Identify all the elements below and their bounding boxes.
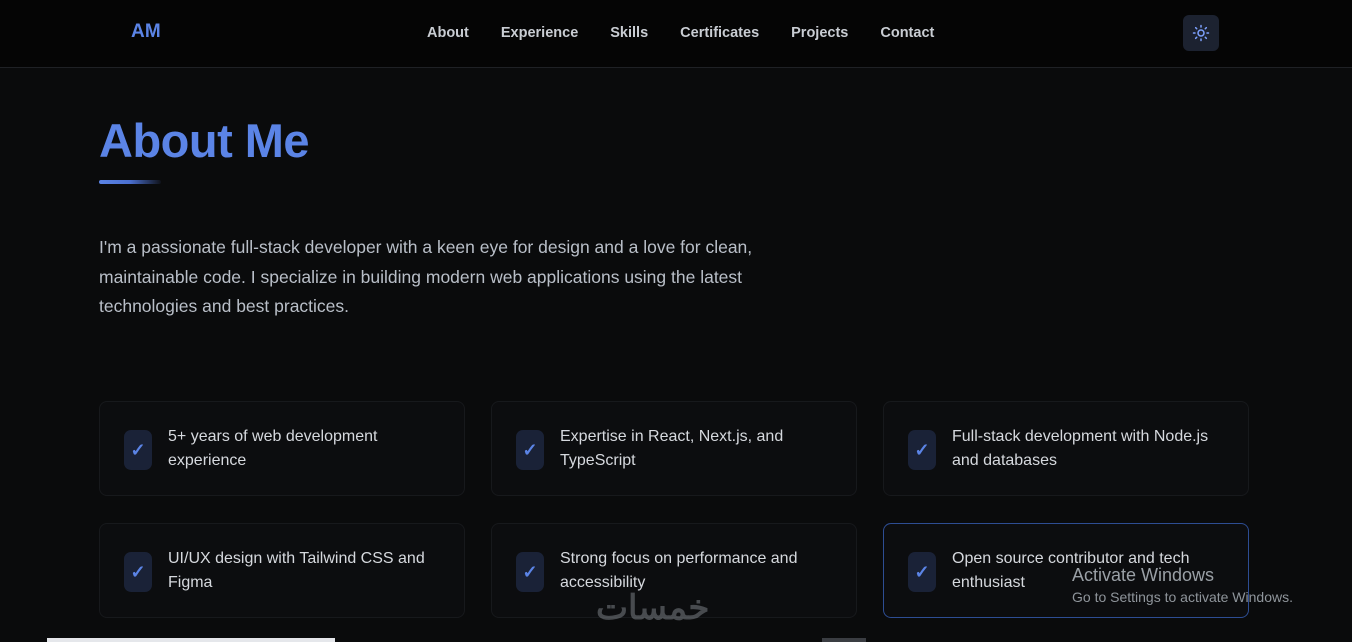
about-bio: I'm a passionate full-stack developer wi… [99,237,753,316]
sun-icon [1192,24,1210,42]
activate-windows-title: Activate Windows [1072,565,1215,585]
checkmark-icon: ✓ [908,552,936,592]
checkmark-icon: ✓ [908,430,936,470]
highlight-card: ✓ Full-stack development with Node.js an… [883,401,1249,496]
nav-link-certificates[interactable]: Certificates [680,25,759,41]
nav-link-experience[interactable]: Experience [501,25,578,41]
site-logo[interactable]: AM [131,21,161,43]
highlight-text: Full-stack development with Node.js and … [952,428,1209,469]
highlight-text: Expertise in React, Next.js, and TypeScr… [560,428,784,469]
bottom-scroll-strip-secondary [822,638,866,642]
theme-toggle-button[interactable] [1183,15,1219,51]
checkmark-icon: ✓ [124,430,152,470]
checkmark-icon: ✓ [516,430,544,470]
nav-link-contact[interactable]: Contact [880,25,934,41]
title-underline [99,180,161,184]
highlight-text: UI/UX design with Tailwind CSS and Figma [168,550,425,591]
checkmark-icon: ✓ [516,552,544,592]
checkmark-icon: ✓ [124,552,152,592]
highlight-card: ✓ 5+ years of web development experience [99,401,465,496]
highlight-card: ✓ Expertise in React, Next.js, and TypeS… [491,401,857,496]
nav-link-skills[interactable]: Skills [610,25,648,41]
highlight-text: 5+ years of web development experience [168,428,378,469]
top-navbar: AM About Experience Skills Certificates … [0,0,1352,68]
highlight-card: ✓ UI/UX design with Tailwind CSS and Fig… [99,523,465,618]
nav-link-projects[interactable]: Projects [791,25,848,41]
activate-windows-watermark: Activate Windows Go to Settings to activ… [1072,564,1293,608]
nav-links: About Experience Skills Certificates Pro… [427,25,966,41]
bottom-scroll-strip [47,638,335,642]
page-title: About Me [99,114,310,167]
activate-windows-subtitle: Go to Settings to activate Windows. [1072,589,1293,605]
brand-watermark: خمسات [596,589,710,627]
nav-link-about[interactable]: About [427,25,469,41]
